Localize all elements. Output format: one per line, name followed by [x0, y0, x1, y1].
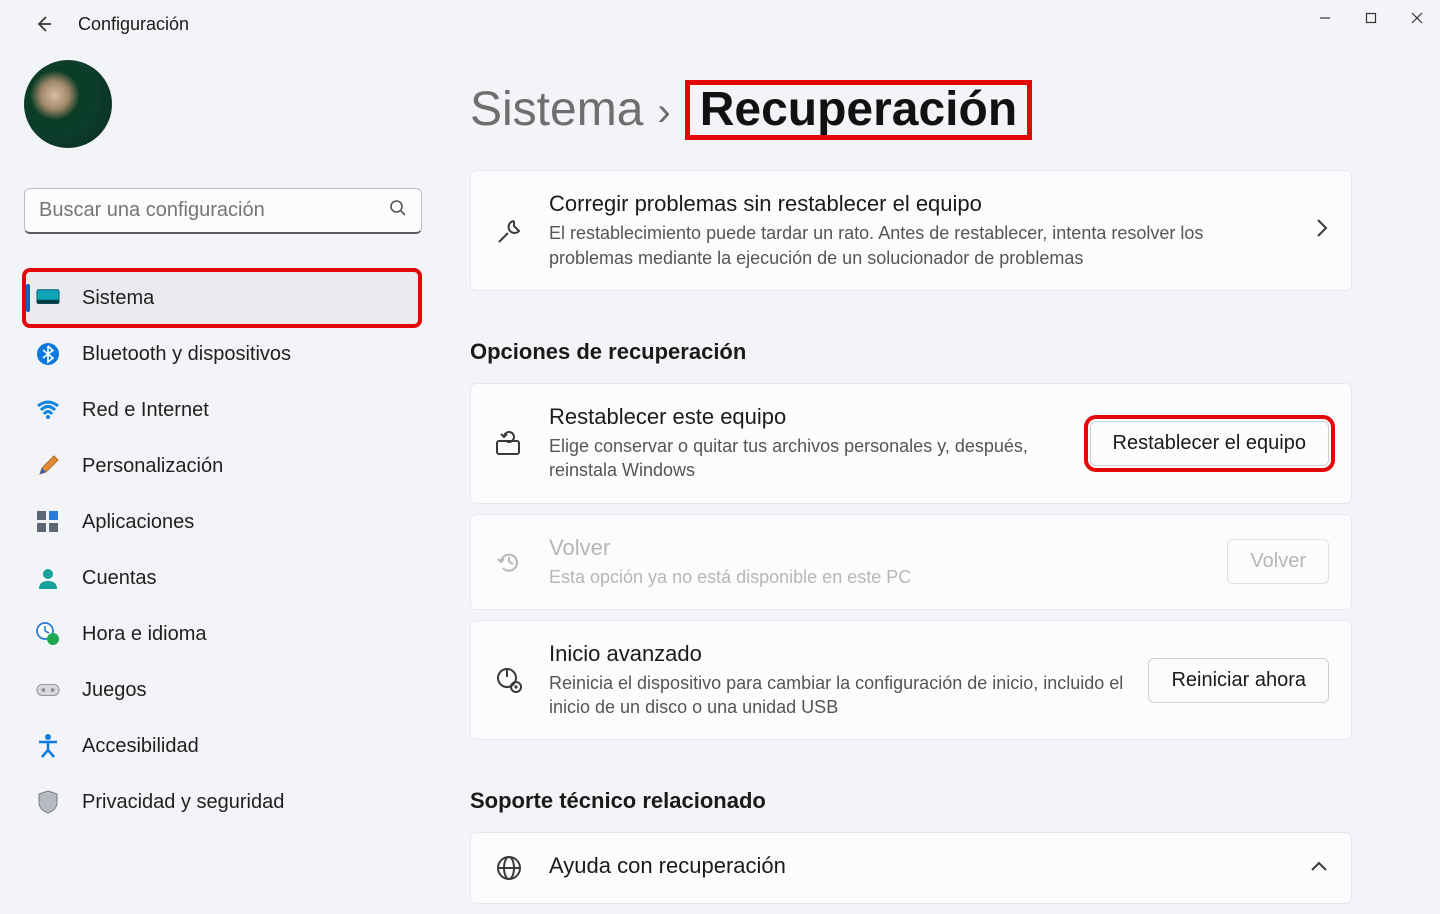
paintbrush-icon — [36, 454, 60, 478]
sidebar-item-privacy[interactable]: Privacidad y seguridad — [24, 774, 420, 830]
sidebar-item-network[interactable]: Red e Internet — [24, 382, 420, 438]
card-action: Restablecer el equipo — [1090, 421, 1329, 466]
apps-icon — [36, 510, 60, 534]
breadcrumb-parent[interactable]: Sistema — [470, 82, 643, 137]
search-box[interactable] — [24, 188, 422, 234]
sidebar-item-label: Accesibilidad — [82, 735, 199, 758]
globe-icon — [493, 854, 525, 882]
chevron-right-icon — [1315, 217, 1329, 244]
sidebar-item-time-language[interactable]: Hora e idioma — [24, 606, 420, 662]
search-icon — [389, 199, 407, 222]
sidebar-item-system[interactable]: Sistema — [24, 270, 420, 326]
card-title: Volver — [549, 535, 1203, 561]
sidebar-item-label: Juegos — [82, 679, 147, 702]
card-action: Reiniciar ahora — [1148, 658, 1329, 703]
breadcrumb-separator-icon: › — [657, 90, 670, 135]
sidebar-item-personalization[interactable]: Personalización — [24, 438, 420, 494]
close-icon — [1411, 12, 1423, 24]
card-reset-pc: Restablecer este equipo Elige conservar … — [470, 383, 1352, 504]
minimize-icon — [1319, 12, 1331, 24]
go-back-button: Volver — [1227, 539, 1329, 584]
card-body: Ayuda con recuperación — [549, 853, 1285, 883]
card-body: Corregir problemas sin restablecer el eq… — [549, 191, 1291, 270]
back-arrow-icon — [34, 14, 54, 34]
card-advanced-startup: Inicio avanzado Reinicia el dispositivo … — [470, 620, 1352, 741]
header: Configuración — [0, 0, 1440, 48]
clock-globe-icon — [36, 622, 60, 646]
sidebar-item-accounts[interactable]: Cuentas — [24, 550, 420, 606]
sidebar-item-label: Personalización — [82, 455, 223, 478]
breadcrumb: Sistema › Recuperación — [470, 80, 1362, 140]
sidebar-item-accessibility[interactable]: Accesibilidad — [24, 718, 420, 774]
sidebar-item-bluetooth[interactable]: Bluetooth y dispositivos — [24, 326, 420, 382]
card-description: Esta opción ya no está disponible en est… — [549, 565, 1203, 589]
card-description: El restablecimiento puede tardar un rato… — [549, 221, 1291, 270]
monitor-icon — [36, 286, 60, 310]
wrench-icon — [493, 217, 525, 245]
main-content: Sistema › Recuperación Corregir problema… — [470, 80, 1362, 914]
window-controls — [1302, 0, 1440, 36]
sidebar-item-gaming[interactable]: Juegos — [24, 662, 420, 718]
sidebar-item-label: Aplicaciones — [82, 511, 194, 534]
sidebar-item-apps[interactable]: Aplicaciones — [24, 494, 420, 550]
back-button[interactable] — [24, 4, 64, 44]
section-recovery-options: Opciones de recuperación — [470, 339, 1362, 365]
card-title: Inicio avanzado — [549, 641, 1124, 667]
gamepad-icon — [36, 678, 60, 702]
section-related-support: Soporte técnico relacionado — [470, 788, 1362, 814]
app-title: Configuración — [78, 14, 189, 35]
card-action: Volver — [1227, 539, 1329, 584]
reset-pc-button[interactable]: Restablecer el equipo — [1090, 421, 1329, 466]
wifi-icon — [36, 398, 60, 422]
sidebar-item-label: Hora e idioma — [82, 623, 207, 646]
user-avatar[interactable] — [24, 60, 112, 148]
minimize-button[interactable] — [1302, 0, 1348, 36]
sidebar-item-label: Privacidad y seguridad — [82, 791, 284, 814]
history-icon — [493, 548, 525, 576]
card-go-back: Volver Esta opción ya no está disponible… — [470, 514, 1352, 610]
maximize-button[interactable] — [1348, 0, 1394, 36]
close-button[interactable] — [1394, 0, 1440, 36]
shield-icon — [36, 790, 60, 814]
card-description: Reinicia el dispositivo para cambiar la … — [549, 671, 1124, 720]
sidebar-item-label: Bluetooth y dispositivos — [82, 343, 291, 366]
active-indicator — [26, 284, 30, 312]
card-body: Volver Esta opción ya no está disponible… — [549, 535, 1203, 589]
reset-pc-icon — [493, 428, 525, 458]
sidebar-item-label: Red e Internet — [82, 399, 209, 422]
nav-list: Sistema Bluetooth y dispositivos Red e I… — [24, 270, 420, 830]
restart-now-button[interactable]: Reiniciar ahora — [1148, 658, 1329, 703]
chevron-up-icon — [1309, 859, 1329, 878]
sidebar-item-label: Sistema — [82, 287, 154, 310]
card-title: Restablecer este equipo — [549, 404, 1066, 430]
bluetooth-icon — [36, 342, 60, 366]
page-title: Recuperación — [685, 80, 1032, 140]
card-troubleshoot[interactable]: Corregir problemas sin restablecer el eq… — [470, 170, 1352, 291]
card-body: Restablecer este equipo Elige conservar … — [549, 404, 1066, 483]
card-title: Ayuda con recuperación — [549, 853, 1285, 879]
card-body: Inicio avanzado Reinicia el dispositivo … — [549, 641, 1124, 720]
sidebar-item-label: Cuentas — [82, 567, 157, 590]
search-input[interactable] — [39, 199, 389, 222]
sidebar: Sistema Bluetooth y dispositivos Red e I… — [0, 60, 430, 830]
card-help-recovery[interactable]: Ayuda con recuperación — [470, 832, 1352, 904]
card-description: Elige conservar o quitar tus archivos pe… — [549, 434, 1066, 483]
accessibility-icon — [36, 734, 60, 758]
card-title: Corregir problemas sin restablecer el eq… — [549, 191, 1291, 217]
maximize-icon — [1365, 12, 1377, 24]
person-icon — [36, 566, 60, 590]
power-gear-icon — [493, 665, 525, 695]
